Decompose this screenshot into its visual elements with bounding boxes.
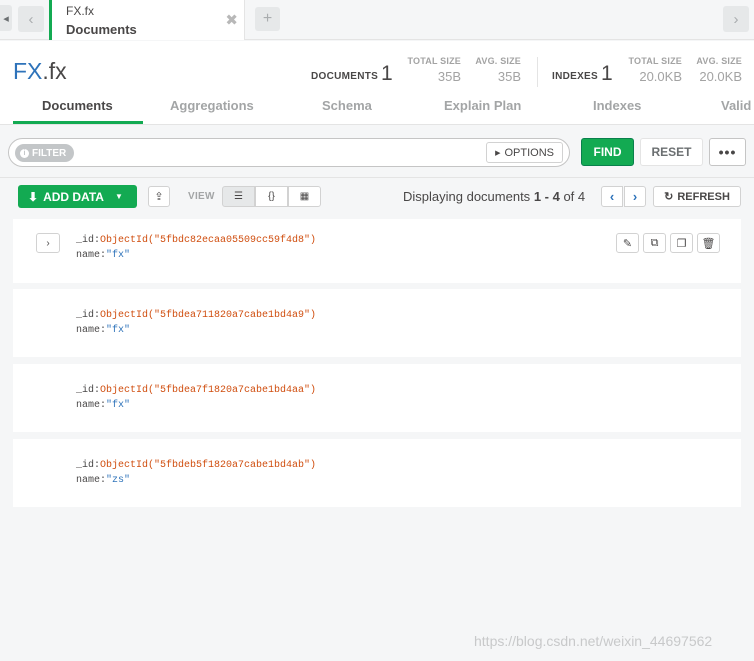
field-key: _id:: [76, 460, 101, 471]
export-icon[interactable]: ⇪: [148, 186, 170, 207]
indexes-stat-label: INDEXES: [552, 71, 599, 82]
document-id-line: _id:ObjectId("5fbdc82ecaa05509cc59f4d8"): [76, 235, 316, 246]
info-icon: i: [20, 148, 29, 158]
tab-indexes[interactable]: Indexes: [593, 98, 641, 113]
page-title: FX.fx: [13, 58, 67, 85]
indexes-stat-count: 1: [601, 62, 613, 85]
displaying-prefix: Displaying documents: [403, 189, 531, 204]
indexes-avg-size-value: 20.0KB: [699, 69, 742, 84]
download-icon: ⬇: [28, 189, 39, 204]
tab-scroll-back-button[interactable]: ‹: [18, 6, 44, 32]
object-id-value: ObjectId("5fbdc82ecaa05509cc59f4d8"): [100, 235, 317, 246]
caret-down-icon: ▼: [114, 192, 123, 201]
documents-avg-size-value: 35B: [497, 69, 521, 84]
stats-divider: [537, 57, 538, 87]
document-name-line: name:"fx": [76, 400, 130, 411]
options-button[interactable]: ▶ OPTIONS: [486, 142, 563, 163]
documents-stat-count: 1: [381, 62, 393, 85]
tab-bar: ◂ ‹ FX.fx Documents ✖ + ›: [0, 0, 754, 40]
filter-bar: i FILTER ▶ OPTIONS: [8, 138, 570, 167]
field-key: _id:: [76, 310, 101, 321]
clone-icon[interactable]: ❐: [670, 233, 693, 253]
tab-subtitle: Documents: [66, 22, 137, 37]
field-key: _id:: [76, 385, 101, 396]
reset-button[interactable]: RESET: [640, 138, 703, 166]
paging-range: 1 - 4: [533, 189, 560, 204]
close-icon[interactable]: ✖: [225, 11, 238, 29]
find-button[interactable]: FIND: [581, 138, 634, 166]
chevron-right-icon[interactable]: ›: [36, 233, 60, 253]
more-options-button[interactable]: •••: [709, 138, 746, 166]
caret-right-icon: ▶: [495, 149, 501, 157]
edit-icon[interactable]: ✎: [616, 233, 639, 253]
paging-total: 4: [577, 189, 586, 204]
chevron-left-icon[interactable]: ‹: [601, 186, 623, 207]
refresh-button[interactable]: ↻ REFRESH: [653, 186, 741, 207]
field-key: name:: [76, 325, 107, 336]
document-name-line: name:"fx": [76, 325, 130, 336]
documents-stat-label: DOCUMENTS: [311, 71, 379, 82]
indexes-total-size-value: 20.0KB: [639, 69, 682, 84]
field-key: name:: [76, 250, 107, 261]
add-data-label: ADD DATA: [43, 189, 104, 204]
tab-explain-plan[interactable]: Explain Plan: [444, 98, 521, 113]
sidebar-toggle-icon[interactable]: ◂: [0, 5, 12, 31]
list-view-icon[interactable]: ☰: [222, 186, 255, 207]
document-name-line: name:"fx": [76, 250, 130, 261]
pagination-text: Displaying documents 1 - 4 of 4: [403, 189, 585, 204]
indexes-total-size-label: TOTAL SIZE: [628, 56, 682, 66]
new-tab-button[interactable]: +: [255, 7, 280, 31]
filter-badge-label: FILTER: [32, 147, 67, 159]
document-card[interactable]: › _id:ObjectId("5fbdc82ecaa05509cc59f4d8…: [13, 219, 741, 283]
options-label: OPTIONS: [504, 146, 554, 159]
indexes-avg-size-label: AVG. SIZE: [696, 56, 742, 66]
view-label: VIEW: [188, 191, 215, 202]
filter-input[interactable]: [87, 143, 482, 163]
tab-aggregations[interactable]: Aggregations: [170, 98, 254, 113]
documents-total-size-value: 35B: [437, 69, 461, 84]
delete-icon[interactable]: 🗑: [697, 233, 720, 253]
collection-header: FX.fx DOCUMENTS 1 TOTAL SIZE 35B AVG. SI…: [0, 41, 754, 125]
chevron-right-icon[interactable]: ›: [624, 186, 646, 207]
document-card[interactable]: _id:ObjectId("5fbdeb5f1820a7cabe1bd4ab")…: [13, 439, 741, 507]
collection-tab[interactable]: FX.fx Documents ✖: [49, 0, 245, 40]
refresh-icon: ↻: [664, 191, 674, 203]
documents-avg-size-label: AVG. SIZE: [475, 56, 521, 66]
document-name-line: name:"zs": [76, 475, 130, 486]
field-key: _id:: [76, 235, 101, 246]
field-key: name:: [76, 400, 107, 411]
document-card[interactable]: _id:ObjectId("5fbdea7f1820a7cabe1bd4aa")…: [13, 364, 741, 432]
refresh-label: REFRESH: [677, 190, 730, 203]
string-value: "fx": [106, 400, 131, 411]
object-id-value: ObjectId("5fbdea7f1820a7cabe1bd4aa"): [100, 385, 317, 396]
field-key: name:: [76, 475, 107, 486]
tab-schema[interactable]: Schema: [322, 98, 372, 113]
document-id-line: _id:ObjectId("5fbdea711820a7cabe1bd4a9"): [76, 310, 316, 321]
string-value: "fx": [106, 250, 131, 261]
add-data-button[interactable]: ⬇ ADD DATA ▼: [18, 185, 137, 208]
copy-icon[interactable]: ⧉: [643, 233, 666, 253]
object-id-value: ObjectId("5fbdeb5f1820a7cabe1bd4ab"): [100, 460, 317, 471]
document-card[interactable]: _id:ObjectId("5fbdea711820a7cabe1bd4a9")…: [13, 289, 741, 357]
table-view-icon[interactable]: ▦: [288, 186, 321, 207]
header-divider: [0, 124, 754, 125]
collection-name: .fx: [42, 58, 67, 84]
object-id-value: ObjectId("5fbdea711820a7cabe1bd4a9"): [100, 310, 317, 321]
tab-validation[interactable]: Valid: [721, 98, 751, 113]
watermark: https://blog.csdn.net/weixin_44697562: [474, 633, 713, 649]
string-value: "fx": [106, 325, 131, 336]
filter-badge[interactable]: i FILTER: [15, 144, 75, 162]
tab-documents[interactable]: Documents: [42, 98, 113, 113]
documents-total-size-label: TOTAL SIZE: [407, 56, 461, 66]
json-view-icon[interactable]: {}: [255, 186, 288, 207]
paging-of: of: [563, 189, 575, 204]
tab-scroll-forward-button[interactable]: ›: [723, 6, 749, 32]
controls-divider: [0, 177, 754, 178]
document-id-line: _id:ObjectId("5fbdea7f1820a7cabe1bd4aa"): [76, 385, 316, 396]
database-name[interactable]: FX: [13, 58, 42, 84]
document-id-line: _id:ObjectId("5fbdeb5f1820a7cabe1bd4ab"): [76, 460, 316, 471]
tab-namespace: FX.fx: [66, 4, 95, 18]
string-value: "zs": [106, 475, 131, 486]
